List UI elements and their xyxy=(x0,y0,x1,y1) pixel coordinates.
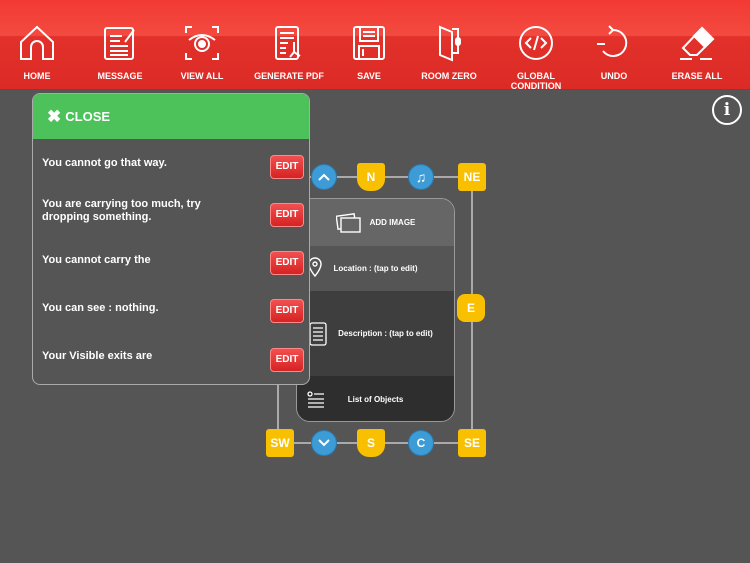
edit-button[interactable]: EDIT xyxy=(270,348,304,372)
view-all-label: VIEW ALL xyxy=(180,71,224,81)
music-icon: ♫ xyxy=(415,169,427,185)
undo-label: UNDO xyxy=(600,71,628,81)
exit-se-button[interactable]: SE xyxy=(458,429,486,457)
chevron-down-icon xyxy=(318,439,330,447)
exit-e-button[interactable]: E xyxy=(457,294,485,322)
close-label: CLOSE xyxy=(65,109,111,124)
add-image-label: ADD IMAGE xyxy=(369,218,416,227)
info-button[interactable]: i xyxy=(712,95,742,125)
exit-ne-button[interactable]: NE xyxy=(458,163,486,191)
view-all-button[interactable]: VIEW ALL xyxy=(157,24,247,81)
objects-list-button[interactable]: List of Objects xyxy=(297,376,454,421)
description-label: Description : (tap to edit) xyxy=(338,329,433,338)
home-button[interactable]: HOME xyxy=(0,24,82,81)
add-image-button[interactable]: ADD IMAGE xyxy=(297,199,454,246)
code-icon xyxy=(519,26,553,60)
message-item: You are carrying too much, try dropping … xyxy=(42,198,201,223)
erase-all-label: ERASE ALL xyxy=(671,71,723,81)
exit-n-button[interactable]: N xyxy=(357,163,385,191)
toolbar: HOME MESSAGE VIEW ALL GENERATE PDF SAVE … xyxy=(0,0,750,91)
document-icon xyxy=(309,321,327,346)
message-item: You can see : nothing. xyxy=(42,302,159,314)
close-button[interactable]: ✖ CLOSE xyxy=(33,94,309,139)
message-label: MESSAGE xyxy=(97,71,143,81)
eraser-icon xyxy=(680,26,715,60)
message-item: You cannot go that way. xyxy=(42,157,167,169)
room-zero-button[interactable]: ROOM ZERO xyxy=(404,24,494,81)
eye-icon xyxy=(185,26,219,60)
edit-button[interactable]: EDIT xyxy=(270,203,304,227)
message-item: Your Visible exits are xyxy=(42,350,153,362)
message-icon xyxy=(104,27,135,60)
undo-icon xyxy=(597,25,628,57)
home-label: HOME xyxy=(23,71,51,81)
exit-down-button[interactable] xyxy=(311,430,337,456)
list-icon xyxy=(307,390,324,408)
save-label: SAVE xyxy=(357,71,381,81)
undo-button[interactable]: UNDO xyxy=(569,24,659,81)
message-button[interactable]: MESSAGE xyxy=(75,24,165,81)
close-icon: ✖ xyxy=(47,106,62,126)
exit-s-button[interactable]: S xyxy=(357,429,385,457)
generate-pdf-button[interactable]: GENERATE PDF xyxy=(244,24,334,81)
image-icon xyxy=(335,212,361,233)
pdf-icon xyxy=(275,26,301,60)
music-button[interactable]: ♫ xyxy=(408,164,434,190)
generate-pdf-label: GENERATE PDF xyxy=(254,71,324,81)
exit-sw-button[interactable]: SW xyxy=(266,429,294,457)
exit-up-button[interactable] xyxy=(311,164,337,190)
location-label: Location : (tap to edit) xyxy=(333,264,418,273)
edit-button[interactable]: EDIT xyxy=(270,251,304,275)
global-condition-button[interactable]: GLOBAL CONDITION xyxy=(491,24,581,91)
edit-button[interactable]: EDIT xyxy=(270,299,304,323)
exit-c-button[interactable]: C xyxy=(408,430,434,456)
room-zero-label: ROOM ZERO xyxy=(421,71,477,81)
message-item: You cannot carry the xyxy=(42,254,151,266)
location-field[interactable]: Location : (tap to edit) xyxy=(297,246,454,291)
save-button[interactable]: SAVE xyxy=(324,24,414,81)
save-icon xyxy=(353,26,385,60)
description-field[interactable]: Description : (tap to edit) xyxy=(297,291,454,376)
door-icon xyxy=(439,25,461,62)
erase-all-button[interactable]: ERASE ALL xyxy=(652,24,742,81)
room-card: ADD IMAGE Location : (tap to edit) Descr… xyxy=(296,198,455,422)
chevron-up-icon xyxy=(318,173,330,181)
messages-panel: ✖ CLOSE You cannot go that way. EDIT You … xyxy=(32,93,310,385)
objects-label: List of Objects xyxy=(347,395,404,404)
home-icon xyxy=(20,25,54,60)
global-condition-label: GLOBAL CONDITION xyxy=(510,71,562,91)
edit-button[interactable]: EDIT xyxy=(270,155,304,179)
